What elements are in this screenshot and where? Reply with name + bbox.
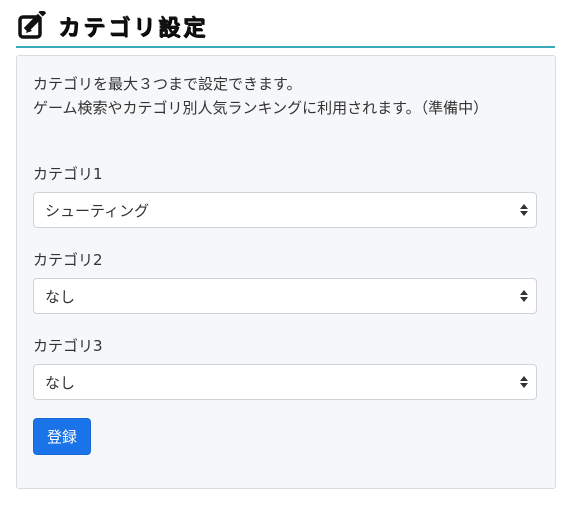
select-arrows-icon — [519, 374, 529, 390]
description-line-2: ゲーム検索やカテゴリ別人気ランキングに利用されます。（準備中） — [33, 99, 489, 117]
page-heading: カテゴリ設定 — [16, 6, 555, 48]
category-3-label: カテゴリ3 — [33, 337, 103, 355]
category-2-value: なし — [45, 287, 76, 306]
description-line-1: カテゴリを最大３つまで設定できます。 — [33, 75, 302, 93]
category-3-value: なし — [45, 373, 76, 392]
category-1-select[interactable]: シューティング — [33, 192, 537, 228]
page-title: カテゴリ設定 — [58, 16, 209, 41]
edit-icon — [16, 9, 50, 43]
category-2-select[interactable]: なし — [33, 278, 537, 314]
settings-card: カテゴリを最大３つまで設定できます。 ゲーム検索やカテゴリ別人気ランキングに利用… — [16, 55, 556, 489]
category-1-value: シューティング — [45, 201, 150, 220]
register-button[interactable]: 登録 — [33, 418, 91, 455]
category-2-label: カテゴリ2 — [33, 251, 103, 269]
category-1-label: カテゴリ1 — [33, 165, 103, 183]
description: カテゴリを最大３つまで設定できます。 ゲーム検索やカテゴリ別人気ランキングに利用… — [33, 72, 539, 120]
category-3-select[interactable]: なし — [33, 364, 537, 400]
category-settings-page: カテゴリ設定 カテゴリを最大３つまで設定できます。 ゲーム検索やカテゴリ別人気ラ… — [0, 0, 574, 506]
select-arrows-icon — [519, 202, 529, 218]
select-arrows-icon — [519, 288, 529, 304]
